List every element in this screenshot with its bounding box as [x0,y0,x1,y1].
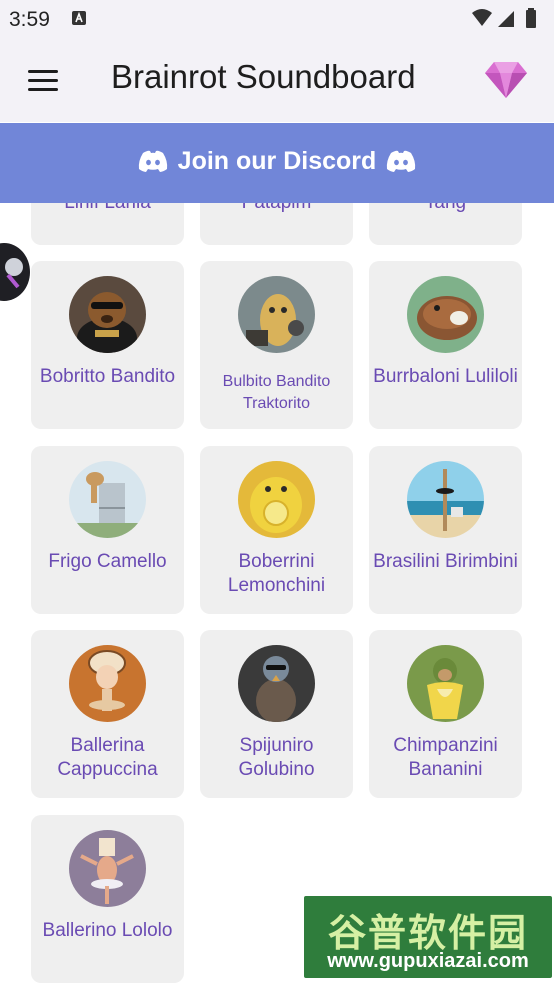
discord-logo-icon [138,150,167,172]
sound-card-name: Brasilini Birimbini [373,551,518,572]
notification-a-icon [72,11,86,25]
discord-logo-icon [387,150,416,172]
sound-card[interactable]: Burrbaloni Luliloli [369,261,522,429]
signal-icon [498,11,514,27]
ballerino-avatar [69,830,146,907]
sound-card-name: Patapim [204,203,349,215]
sound-card-name: Ballerino Lololo [42,920,173,941]
sound-card-name: Burrbaloni Luliloli [373,366,518,387]
menu-icon[interactable] [28,70,58,92]
sound-card[interactable]: Spijuniro Golubino [200,630,353,798]
sound-card-name: Chimpanzini Bananini [393,735,498,780]
app-bar: Brainrot Soundboard [0,38,554,122]
watermark-url: www.gupuxiazai.com [327,950,529,972]
discord-label: Join our Discord [177,147,377,175]
ballerina-cappuccino-avatar [69,645,146,722]
sound-card[interactable]: Frigo Camello [31,446,184,614]
sound-card-name: Lirilì Larilà [35,203,180,215]
sound-card-name: Tang [373,203,518,215]
lemon-beaver-avatar [238,461,315,538]
diamond-premium-icon[interactable] [484,60,528,100]
stick-figure-beach-avatar [407,461,484,538]
chimp-banana-avatar [407,645,484,722]
potato-bandit-avatar [238,276,315,353]
sound-card[interactable]: Bobritto Bandito [31,261,184,429]
capybara-coconut-avatar [407,276,484,353]
beaver-bandit-avatar [69,276,146,353]
sound-card[interactable]: Chimpanzini Bananini [369,630,522,798]
sound-card[interactable]: Tang [369,203,522,245]
camel-fridge-avatar [69,461,146,538]
sound-card-name: Boberrini Lemonchini [227,551,326,596]
sound-card[interactable]: Lirilì Larilà [31,203,184,245]
sound-card-name: Bobritto Bandito [39,366,176,387]
sound-card-name: Frigo Camello [48,551,167,572]
join-discord-button[interactable]: Join our Discord [0,123,554,203]
spy-pigeon-avatar [238,645,315,722]
sound-card[interactable]: Bulbito Bandito Traktorito [200,261,353,429]
watermark-logo: 谷普软件园 www.gupuxiazai.com [304,896,552,978]
sound-card[interactable]: Patapim [200,203,353,245]
sound-card-name: Ballerina Cappuccina [57,735,158,780]
sound-grid: Lirilì Larilà Patapim Tang Bobritto Band… [0,203,554,984]
sound-card[interactable]: Ballerino Lololo [31,815,184,983]
wifi-icon [472,9,492,26]
status-bar: 3:59 [0,0,554,38]
watermark-title: 谷普软件园 [327,913,528,955]
system-status-icons [472,8,536,28]
sound-card[interactable]: Ballerina Cappuccina [31,630,184,798]
sound-card[interactable]: Boberrini Lemonchini [200,446,353,614]
status-time: 3:59 [9,8,50,31]
sound-card[interactable]: Brasilini Birimbini [369,446,522,614]
app-title: Brainrot Soundboard [111,58,416,95]
battery-icon [526,10,536,28]
sound-card-name: Bulbito Bandito Traktorito [222,373,331,412]
sound-card-name: Spijuniro Golubino [238,735,315,780]
